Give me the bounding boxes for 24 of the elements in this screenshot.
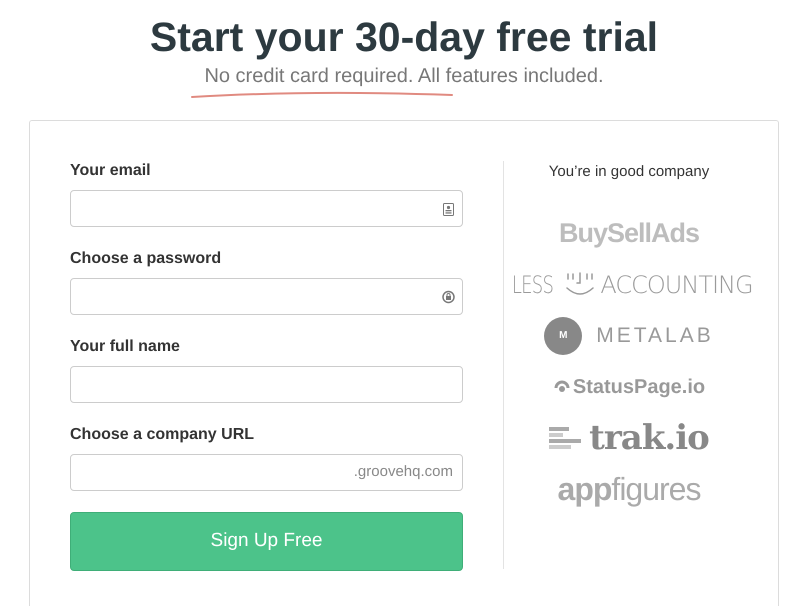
bars-icon [549,426,582,448]
logo-word: ACCOUNTING [600,272,753,296]
lock-icon [442,290,455,304]
field-label: Choose a password [70,249,222,269]
metalab-logo-text: METALAB [596,322,714,349]
input-field[interactable] [70,366,463,403]
domain-suffix: .groovehq.com [354,462,453,482]
logo-word: LESS [512,272,554,296]
input-field[interactable] [70,278,463,315]
trak-logo-text: trak.io [589,420,709,454]
appfigures-logo: appfigures [558,472,700,504]
page-title: Start your 30-day free trial [150,14,658,60]
buysellads-logo: BuySellAds [558,220,700,247]
sign-up-button[interactable]: Sign Up Free [70,512,463,571]
input-field[interactable] [70,190,463,227]
field-label: Your email [70,161,152,181]
statuspage-logo-text: StatusPage.io [572,376,706,396]
field-label: Choose a company URL [70,425,256,445]
customers-title: You’re in good company [548,162,710,182]
field-label: Your full name [70,337,181,357]
subtitle: No credit card required. All features included. [204,64,604,88]
contact-card-icon [443,203,454,216]
input-field[interactable]: .groovehq.com [70,454,463,491]
metalab-emblem-icon: M [544,316,582,354]
